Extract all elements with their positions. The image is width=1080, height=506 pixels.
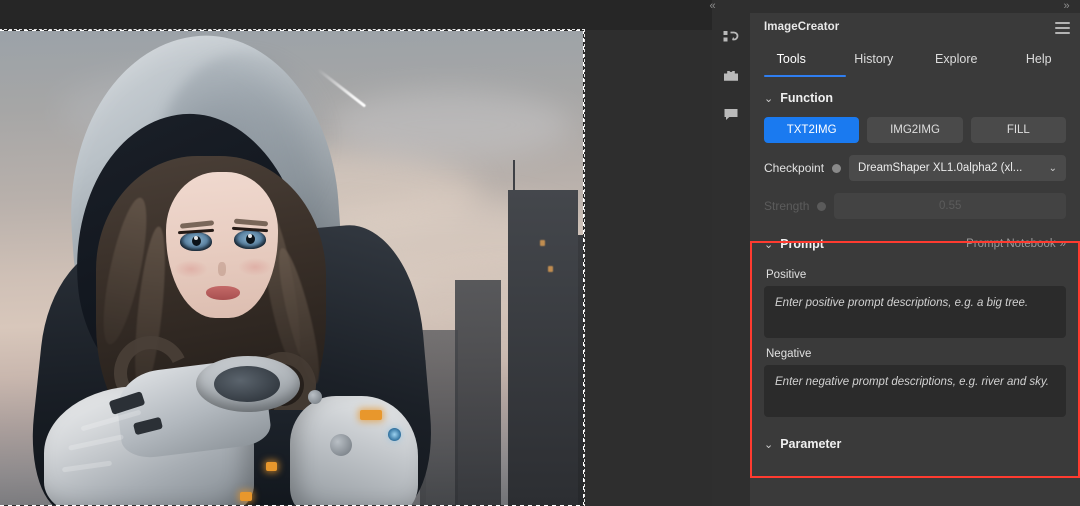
building-tower (508, 190, 578, 506)
eye-glint (194, 236, 198, 240)
lips (206, 286, 240, 300)
collapse-left-icon[interactable]: « (702, 0, 722, 13)
prompt-section-title: Prompt (780, 237, 824, 251)
building-antenna (513, 160, 515, 194)
prompt-section-header[interactable]: ⌄ Prompt Prompt Notebook» (764, 229, 1066, 259)
prompt-notebook-link[interactable]: Prompt Notebook» (966, 238, 1066, 250)
blush (238, 258, 272, 276)
mode-fill[interactable]: FILL (970, 117, 1066, 143)
mode-txt2img[interactable]: TXT2IMG (764, 117, 860, 143)
chevron-down-icon[interactable]: ⌄ (764, 92, 773, 105)
neck-core (214, 366, 280, 402)
comment-icon[interactable] (720, 103, 742, 125)
checkpoint-value: DreamShaper XL1.0alpha2 (xl... (858, 162, 1023, 174)
strength-label: Strength (764, 199, 810, 213)
negative-prompt-block: Negative Enter negative prompt descripti… (750, 348, 1080, 417)
strength-input: 0.55 (834, 193, 1066, 219)
tab-tools[interactable]: Tools (750, 41, 833, 77)
armor-bolt (308, 390, 322, 404)
checkpoint-row: Checkpoint DreamShaper XL1.0alpha2 (xl..… (764, 155, 1066, 181)
checkpoint-select[interactable]: DreamShaper XL1.0alpha2 (xl... ⌄ (849, 155, 1066, 181)
generated-artwork (0, 30, 584, 506)
tab-history[interactable]: History (833, 41, 916, 77)
panel-top-bar: « » (709, 0, 1080, 13)
panel-tabs: Tools History Explore Help (750, 41, 1080, 77)
panel-header: ImageCreator (750, 13, 1080, 41)
info-icon[interactable] (832, 163, 842, 173)
panel-icon-rail (712, 13, 750, 506)
blush (174, 260, 208, 278)
amber-light (240, 492, 252, 501)
app-title: ImageCreator (764, 21, 840, 33)
negative-prompt-input[interactable]: Enter negative prompt descriptions, e.g.… (764, 365, 1066, 417)
image-canvas[interactable] (0, 29, 585, 506)
panel-content: ImageCreator Tools History Explore Help … (750, 13, 1080, 506)
parameter-section-title: Parameter (780, 437, 842, 451)
collapse-right-icon[interactable]: » (1056, 0, 1076, 13)
function-section-title: Function (780, 91, 833, 105)
amber-light (360, 410, 382, 420)
parameter-section-header[interactable]: ⌄ Parameter (764, 429, 1066, 459)
pauldron-right (290, 396, 418, 506)
chevron-down-icon[interactable]: ⌄ (764, 238, 773, 251)
positive-prompt-input[interactable]: Enter positive prompt descriptions, e.g.… (764, 286, 1066, 338)
chevron-down-icon: ⌄ (1048, 162, 1057, 174)
strength-value: 0.55 (938, 200, 962, 212)
application-window: « » ImageCreator Tools History Explore H… (0, 0, 1080, 506)
character-figure (18, 30, 439, 506)
canvas-workspace[interactable] (0, 0, 712, 506)
layers-history-icon[interactable] (720, 27, 742, 49)
tab-help[interactable]: Help (998, 41, 1080, 77)
info-icon (817, 201, 827, 211)
positive-prompt-block: Positive Enter positive prompt descripti… (750, 269, 1080, 338)
function-section: ⌄ Function TXT2IMG IMG2IMG FILL Checkpoi… (750, 83, 1080, 219)
positive-prompt-label: Positive (766, 269, 807, 281)
nose (218, 262, 226, 276)
mode-img2img[interactable]: IMG2IMG (867, 117, 963, 143)
prompt-section: ⌄ Prompt Prompt Notebook» (750, 229, 1080, 259)
blue-led (388, 428, 401, 441)
negative-prompt-label: Negative (766, 348, 812, 360)
chevron-down-icon[interactable]: ⌄ (764, 438, 773, 451)
amber-light (266, 462, 277, 471)
prompt-notebook-label: Prompt Notebook (966, 238, 1056, 250)
function-mode-group: TXT2IMG IMG2IMG FILL (764, 117, 1066, 143)
strength-row: Strength 0.55 (764, 193, 1066, 219)
window-light (540, 240, 545, 246)
chevron-right-icon: » (1059, 238, 1066, 250)
parameter-section: ⌄ Parameter (750, 429, 1080, 459)
armor-bolt (330, 434, 352, 456)
tab-explore[interactable]: Explore (915, 41, 998, 77)
canvas-top-strip (0, 0, 712, 30)
panel-scroll-area[interactable]: ⌄ Function TXT2IMG IMG2IMG FILL Checkpoi… (750, 77, 1080, 506)
checkpoint-label: Checkpoint (764, 161, 825, 175)
building-mid (455, 280, 501, 506)
hamburger-menu-icon[interactable] (1055, 22, 1070, 34)
mecha-armor (22, 356, 422, 506)
eye-glint (248, 234, 252, 238)
window-light (548, 266, 553, 272)
function-section-header[interactable]: ⌄ Function (764, 83, 1066, 113)
right-side-panel: « » ImageCreator Tools History Explore H… (709, 0, 1080, 506)
gallery-icon[interactable] (720, 65, 742, 87)
